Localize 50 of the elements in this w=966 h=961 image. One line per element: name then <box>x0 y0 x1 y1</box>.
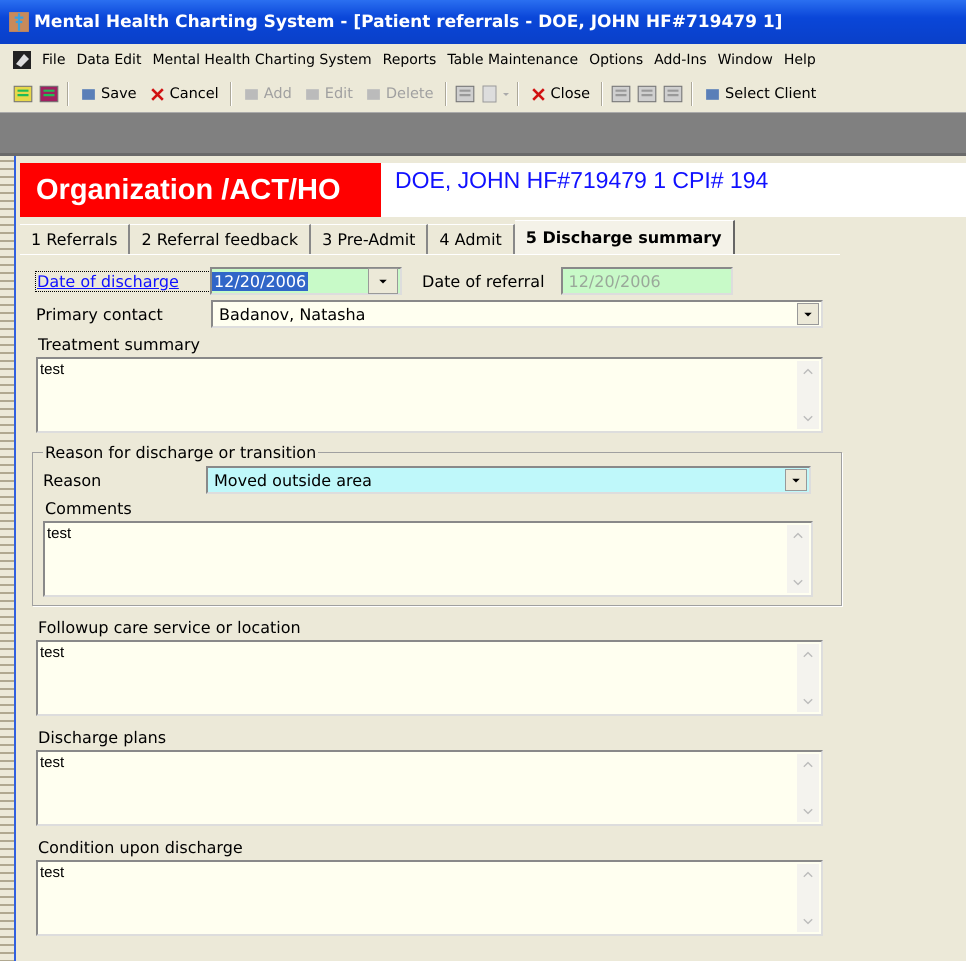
field-label: Followup care service or location <box>38 618 302 637</box>
menu-item[interactable]: File <box>38 52 72 68</box>
menu-item[interactable]: Window <box>714 52 780 68</box>
field-label: Date of discharge <box>36 272 210 290</box>
menu-item[interactable]: Table Maintenance <box>443 52 586 68</box>
text-area[interactable]: test <box>43 521 813 597</box>
menu-item[interactable]: Data Edit <box>72 52 148 68</box>
scrollbar[interactable] <box>787 525 809 593</box>
document-icon[interactable] <box>12 50 32 70</box>
scrollbar[interactable] <box>797 361 819 429</box>
tab[interactable]: 1 Referrals <box>20 224 130 254</box>
menu-item[interactable]: Reports <box>378 52 444 68</box>
toolbar-button[interactable]: Select Client <box>700 84 820 104</box>
toolbar-button[interactable]: Close <box>526 84 594 104</box>
field-label: Treatment summary <box>38 335 201 354</box>
tab[interactable]: 2 Referral feedback <box>130 224 312 254</box>
scrollbar[interactable] <box>797 864 819 932</box>
tab[interactable]: 4 Admit <box>428 224 515 254</box>
text-area[interactable]: test <box>36 860 823 936</box>
text-area[interactable]: test <box>36 640 823 716</box>
group-title: Reason for discharge or transition <box>44 443 318 462</box>
scrollbar[interactable] <box>797 644 819 712</box>
tab[interactable]: 5 Discharge summary <box>514 220 735 254</box>
toolbar-button[interactable]: Cancel <box>144 84 223 104</box>
reason-dropdown[interactable]: Moved outside area <box>206 466 811 494</box>
toolbar-icon[interactable] <box>38 83 60 105</box>
scrollbar[interactable] <box>797 754 819 822</box>
organization-banner: Organization /ACT/HO <box>20 163 381 217</box>
cross-icon <box>530 86 547 102</box>
text-area[interactable]: test <box>36 750 823 826</box>
patient-info: DOE, JOHN HF#719479 1 CPI# 194 <box>381 163 966 217</box>
contact-dropdown[interactable]: Badanov, Natasha <box>211 300 823 328</box>
app-icon <box>8 11 30 33</box>
window-title: Mental Health Charting System - [Patient referrals - DOE, JOHN HF#719479 1] <box>34 12 782 32</box>
field-label: Comments <box>45 499 133 518</box>
text-area[interactable]: test <box>36 357 823 433</box>
field-label: Reason <box>43 470 102 490</box>
menu-item[interactable]: Options <box>585 52 650 68</box>
field-label: Condition upon discharge <box>38 838 244 857</box>
cross-icon <box>148 86 166 102</box>
field-label: Discharge plans <box>38 728 168 747</box>
toolbar-button[interactable]: Save <box>76 84 141 104</box>
field-label: Date of referral <box>422 272 545 290</box>
menu-item[interactable]: Help <box>780 52 823 68</box>
date-dropdown[interactable]: 12/20/2006 <box>210 267 402 295</box>
field-label: Primary contact <box>36 304 164 324</box>
toolbar-icon[interactable] <box>12 83 34 105</box>
menu-item[interactable]: Add-Ins <box>650 52 714 68</box>
tab[interactable]: 3 Pre-Admit <box>311 224 428 254</box>
menu-item[interactable]: Mental Health Charting System <box>148 52 379 68</box>
